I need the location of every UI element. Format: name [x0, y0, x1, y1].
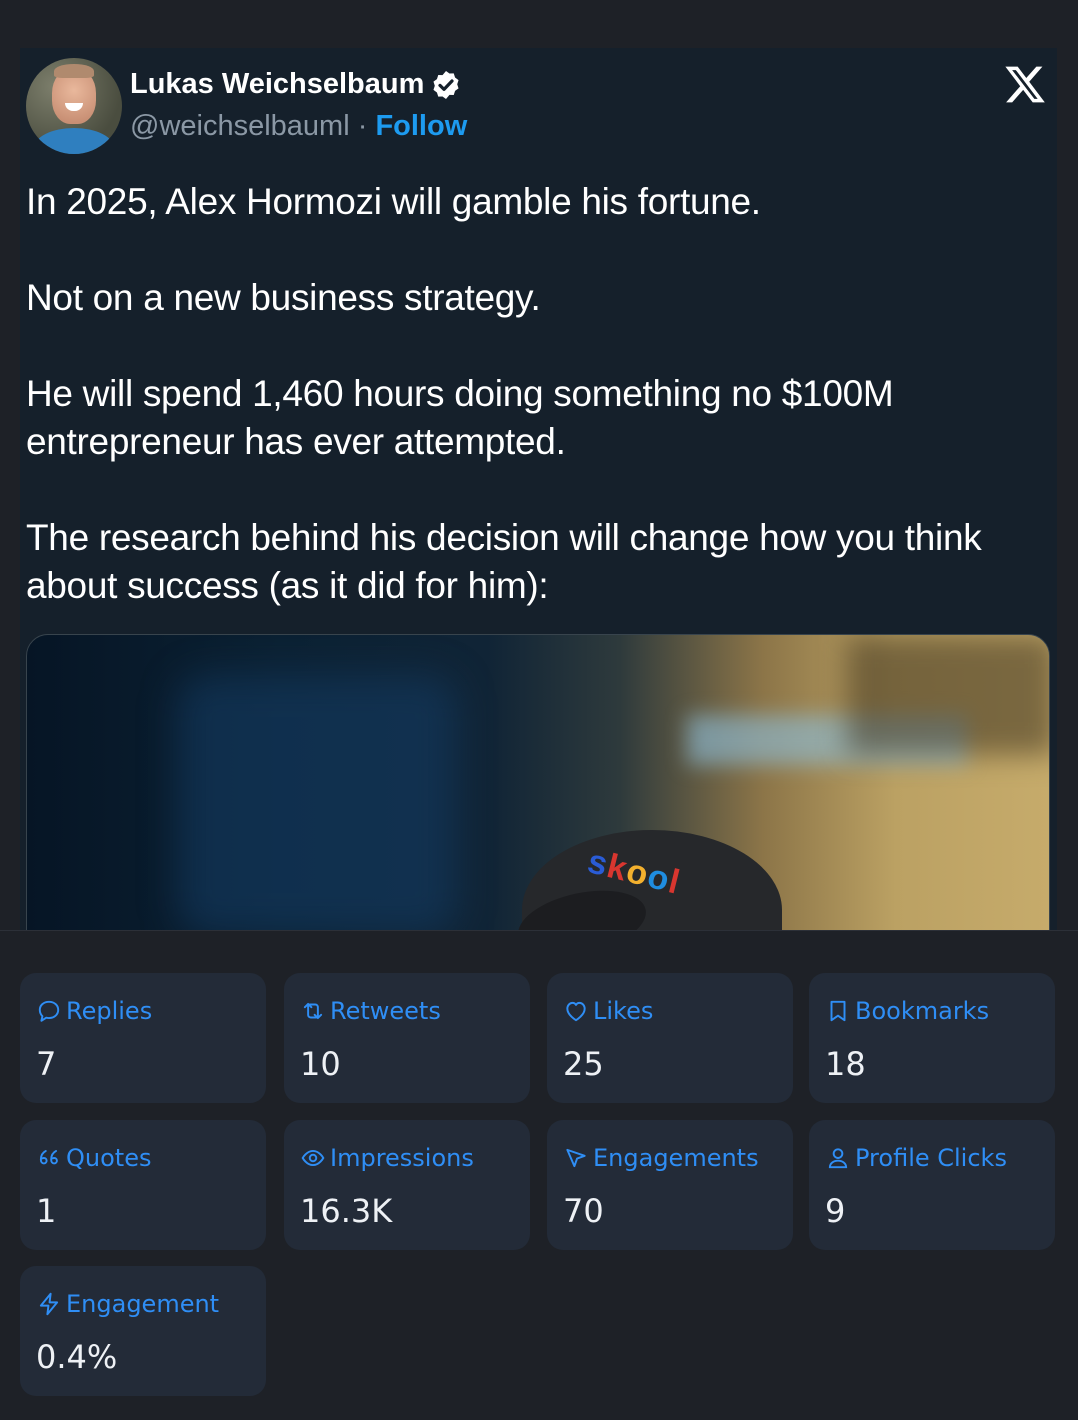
stat-label: Impressions	[330, 1144, 474, 1172]
stat-label: Replies	[66, 997, 153, 1025]
stat-card-replies: Replies 7	[20, 973, 266, 1103]
x-logo-icon[interactable]	[1003, 62, 1047, 106]
lightning-icon	[39, 1292, 59, 1316]
stat-card-retweets: Retweets 10	[284, 973, 530, 1103]
user-icon	[828, 1148, 848, 1169]
stat-card-bookmarks: Bookmarks 18	[809, 973, 1055, 1103]
stat-label: Engagements	[593, 1144, 759, 1172]
separator: ·	[357, 110, 368, 142]
author-name[interactable]: Lukas Weichselbaum	[130, 68, 424, 101]
stat-label: Engagement	[66, 1290, 220, 1318]
follow-button[interactable]: Follow	[375, 110, 467, 142]
verified-badge-icon	[433, 70, 459, 99]
avatar[interactable]	[26, 58, 122, 154]
bookmark-icon	[830, 1000, 846, 1022]
author-handle[interactable]: @weichselbauml	[130, 110, 350, 142]
stat-value: 70	[563, 1192, 604, 1230]
stat-value: 16.3K	[300, 1192, 393, 1230]
stat-value: 7	[36, 1045, 57, 1083]
stat-card-engagement-rate: Engagement 0.4%	[20, 1266, 266, 1396]
divider	[0, 930, 1078, 931]
stat-label: Profile Clicks	[855, 1144, 1007, 1172]
stat-label: Bookmarks	[855, 997, 990, 1025]
stat-label: Likes	[593, 997, 654, 1025]
reply-icon	[38, 1000, 60, 1022]
stat-card-engagements: Engagements 70	[547, 1120, 793, 1250]
tweet-media-image[interactable]: skool	[26, 634, 1050, 931]
quote-icon	[39, 1149, 58, 1165]
stat-value: 9	[825, 1192, 846, 1230]
stat-card-likes: Likes 25	[547, 973, 793, 1103]
tweet-card: Lukas Weichselbaum @weichselbauml · Foll…	[20, 48, 1057, 931]
stat-value: 25	[563, 1045, 604, 1083]
stat-card-impressions: Impressions 16.3K	[284, 1120, 530, 1250]
handle-row: @weichselbauml · Follow	[130, 110, 467, 143]
stat-card-quotes: Quotes 1	[20, 1120, 266, 1250]
tweet-text: In 2025, Alex Hormozi will gamble his fo…	[26, 181, 982, 606]
stat-card-profile-clicks: Profile Clicks 9	[809, 1120, 1055, 1250]
stat-value: 18	[825, 1045, 866, 1083]
eye-icon	[301, 1149, 325, 1167]
stat-label: Quotes	[66, 1144, 152, 1172]
heart-icon	[566, 1001, 586, 1022]
stat-value: 10	[300, 1045, 341, 1083]
stat-value: 1	[36, 1192, 57, 1230]
stat-value: 0.4%	[36, 1338, 118, 1376]
retweet-icon	[303, 1002, 323, 1020]
author-row: Lukas Weichselbaum	[130, 68, 462, 101]
cursor-icon	[566, 1148, 586, 1168]
stat-label: Retweets	[330, 997, 441, 1025]
